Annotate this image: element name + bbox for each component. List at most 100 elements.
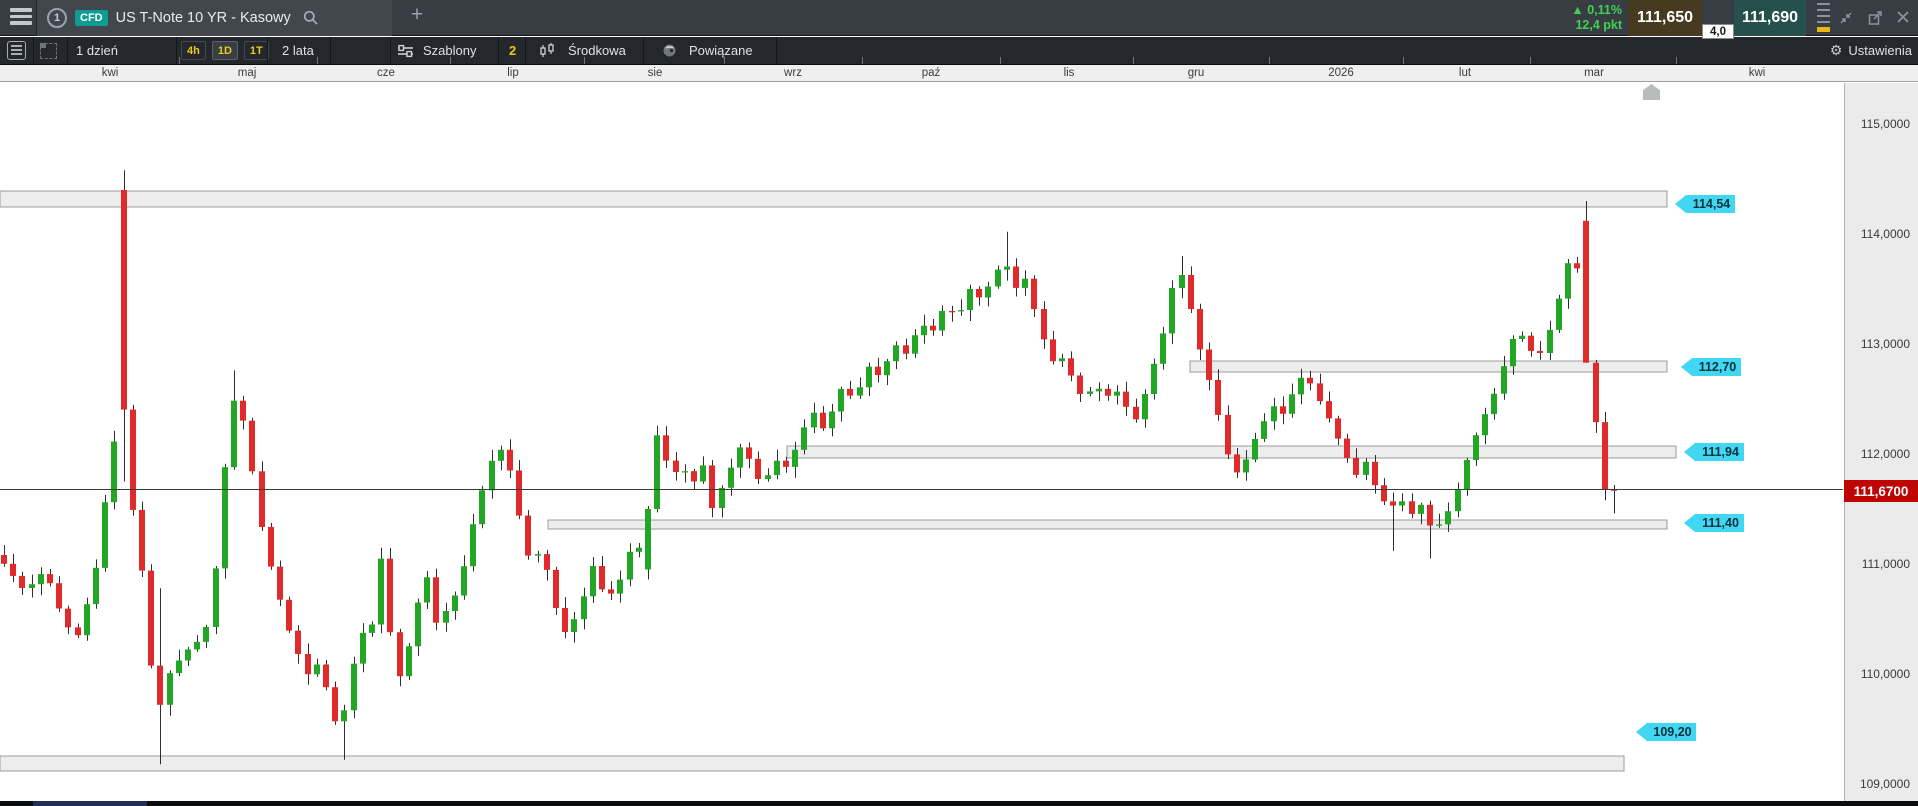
price-level-tag[interactable]: 114,54	[1675, 195, 1735, 213]
candle-body	[1004, 267, 1010, 270]
candle-body	[755, 459, 761, 479]
candle-body	[443, 611, 449, 623]
x-axis-month-label: lut	[1459, 67, 1471, 79]
related-icon[interactable]	[661, 37, 678, 64]
chart-area[interactable]: 114,54 112,70 111,94 111,40 109,20	[0, 83, 1843, 801]
candle-body	[498, 450, 504, 461]
templates-icon[interactable]	[397, 37, 415, 64]
y-axis-price[interactable]: 115,0000114,0000113,0000112,0000111,0000…	[1844, 83, 1918, 801]
candle-body	[746, 447, 752, 458]
price-level-tag[interactable]: 111,40	[1684, 514, 1744, 532]
candle-body	[1215, 380, 1221, 415]
indicator-icon[interactable]	[539, 37, 559, 64]
candle-body	[157, 666, 163, 705]
layout-icon[interactable]	[40, 37, 57, 64]
y-axis-tick-label: 113,0000	[1861, 337, 1910, 351]
candle-body	[1234, 454, 1240, 472]
candle-body	[185, 650, 191, 661]
x-axis-tick	[179, 57, 180, 64]
candle-body	[976, 289, 982, 297]
candle-body	[286, 600, 292, 631]
candle-body	[38, 574, 44, 584]
candle-body	[84, 604, 90, 635]
range-label[interactable]: 2 lata	[282, 37, 314, 64]
candle-body	[1519, 336, 1525, 339]
candle-body	[995, 270, 1001, 287]
popout-icon[interactable]	[1868, 10, 1884, 26]
candle-body	[93, 568, 99, 604]
support-resistance-zone[interactable]	[787, 446, 1676, 458]
candle-body	[1326, 401, 1332, 418]
close-icon[interactable]	[1896, 10, 1910, 24]
interval-button-1t[interactable]: 1T	[244, 41, 269, 60]
bid-price-button[interactable]: 111,650	[1628, 0, 1702, 36]
toolbar-divider	[267, 37, 268, 64]
price-level-tag[interactable]: 111,94	[1684, 443, 1744, 461]
candle-body	[1317, 383, 1323, 401]
bottom-edge-accent	[33, 801, 147, 806]
interval-current-label[interactable]: 1 dzień	[76, 37, 118, 64]
candle-body	[958, 310, 964, 311]
y-axis-tick-label: 109,0000	[1860, 777, 1910, 791]
candle-body	[930, 326, 936, 331]
candle-body	[884, 361, 890, 375]
candle-body	[1114, 392, 1120, 396]
candle-body	[553, 570, 559, 608]
candle-body	[1602, 422, 1608, 489]
interval-button-1d[interactable]: 1D	[212, 41, 238, 60]
templates-count: 2	[509, 37, 516, 64]
candle-body	[360, 633, 366, 664]
collapse-icon[interactable]	[1838, 10, 1854, 26]
candle-body	[985, 287, 991, 298]
search-icon[interactable]	[303, 10, 319, 26]
x-axis-month-label: lis	[1064, 67, 1075, 79]
candle-body	[1225, 415, 1231, 455]
candle-body	[1261, 421, 1267, 439]
candle-body	[259, 471, 265, 527]
support-resistance-zone[interactable]	[0, 191, 1667, 207]
candle-body	[470, 524, 476, 566]
overlay-label[interactable]: Środkowa	[568, 37, 626, 64]
price-level-tag[interactable]: 112,70	[1681, 358, 1741, 376]
order-list-icon[interactable]	[7, 37, 26, 64]
candle-body	[1169, 288, 1175, 333]
candle-body	[921, 326, 927, 336]
current-price-label: 111,6700	[1844, 480, 1918, 502]
candle-body	[1059, 358, 1065, 361]
candle-body	[875, 367, 881, 375]
support-resistance-zone[interactable]	[0, 756, 1624, 771]
candle-body	[1197, 309, 1203, 350]
candle-body	[231, 401, 237, 468]
support-resistance-zone[interactable]	[548, 520, 1667, 529]
related-label[interactable]: Powiązane	[689, 37, 753, 64]
candlestick-plot[interactable]	[0, 83, 1843, 801]
candle-body	[1022, 279, 1028, 288]
candle-body	[1188, 275, 1194, 309]
candle-body	[130, 410, 136, 510]
candle-body	[479, 490, 485, 524]
price-level-tag[interactable]: 109,20	[1636, 723, 1696, 741]
y-axis-tick-label: 111,0000	[1862, 557, 1910, 571]
candle-body	[847, 389, 853, 396]
interval-button-4h[interactable]: 4h	[181, 41, 206, 60]
candle-body	[1528, 336, 1534, 351]
instrument-tab[interactable]: 1 CFD US T-Note 10 YR - Kasowy	[37, 0, 392, 36]
candle-body	[1206, 350, 1212, 380]
candle-body	[1418, 505, 1424, 514]
menu-icon[interactable]	[10, 8, 32, 28]
candle-body	[102, 502, 108, 568]
panel-stack-icon[interactable]	[1817, 3, 1830, 35]
ask-price-button[interactable]: 111,690	[1734, 0, 1806, 36]
candle-body	[636, 548, 642, 552]
candle-body	[222, 467, 228, 568]
candle-body	[829, 412, 835, 429]
candle-body	[29, 584, 35, 588]
candle-body	[599, 566, 605, 589]
candle-body	[461, 566, 467, 595]
x-axis-time[interactable]: kwimajczelipsiewrzpaźlisgru2026lutmarkwi	[0, 65, 1918, 82]
candle-body	[424, 577, 430, 602]
settings-button[interactable]: ⚙ Ustawienia	[1830, 37, 1912, 64]
candle-body	[535, 554, 541, 556]
new-tab-button[interactable]: +	[405, 3, 429, 27]
candle-body	[139, 510, 145, 571]
